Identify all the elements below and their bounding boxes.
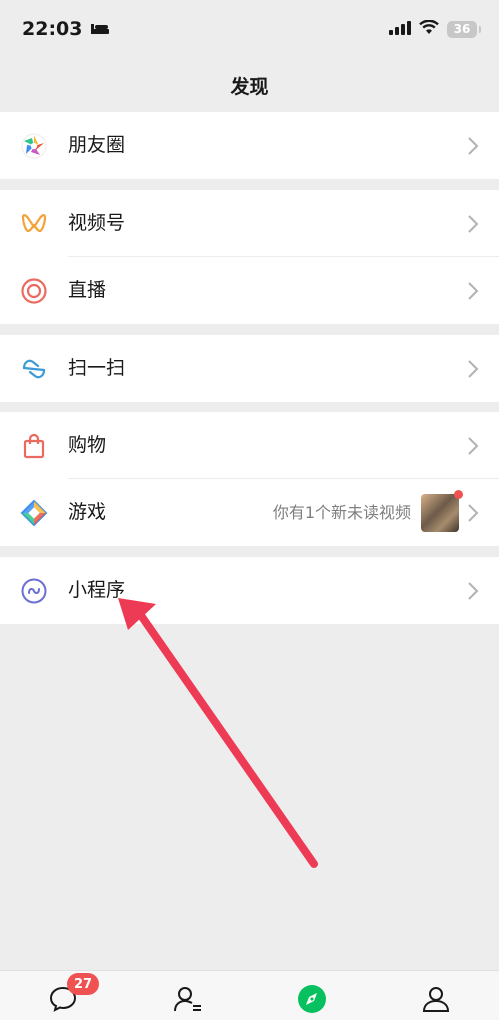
person-icon	[422, 987, 450, 1012]
status-left: 22:03	[22, 18, 110, 40]
menu-item-games[interactable]: 游戏 你有1个新未读视频	[0, 479, 499, 546]
tab-me[interactable]	[418, 981, 454, 1017]
sleep-focus-icon	[90, 18, 110, 40]
chevron-right-icon	[468, 360, 479, 378]
menu-item-label: 朋友圈	[68, 134, 126, 156]
group-channels-live: 视频号 直播	[0, 190, 499, 324]
group-scan: 扫一扫	[0, 335, 499, 402]
menu-item-channels[interactable]: 视频号	[0, 190, 499, 257]
moments-icon	[20, 132, 48, 160]
menu-item-label: 扫一扫	[68, 357, 126, 379]
group-mini-programs: 小程序	[0, 557, 499, 624]
compass-icon	[298, 985, 326, 1013]
chevron-right-icon	[468, 504, 479, 522]
unread-dot	[454, 490, 463, 499]
group-moments: 朋友圈	[0, 112, 499, 179]
mini-programs-icon	[20, 577, 48, 605]
page-title: 发现	[230, 75, 269, 98]
chevron-right-icon	[468, 582, 479, 600]
signal-icon	[389, 20, 411, 39]
scan-icon	[20, 355, 48, 383]
games-icon	[20, 499, 48, 527]
video-thumbnail	[421, 490, 463, 532]
chevron-right-icon	[468, 282, 479, 300]
group-shopping-games: 购物 游戏 你有1个新未读视频	[0, 412, 499, 546]
menu-item-live[interactable]: 直播	[0, 257, 499, 324]
tab-discover[interactable]	[294, 981, 330, 1017]
menu-item-mini-programs[interactable]: 小程序	[0, 557, 499, 624]
menu-item-label: 购物	[68, 434, 107, 456]
status-time: 22:03	[22, 18, 83, 40]
menu-item-label: 小程序	[68, 579, 126, 601]
menu-item-scan[interactable]: 扫一扫	[0, 335, 499, 402]
chevron-right-icon	[468, 437, 479, 455]
chevron-right-icon	[468, 137, 479, 155]
status-bar: 22:03 36	[0, 0, 499, 58]
battery-icon: 36	[447, 20, 481, 38]
tab-contacts[interactable]	[170, 981, 206, 1017]
live-icon	[20, 277, 48, 305]
shopping-icon	[20, 432, 48, 460]
wifi-icon	[419, 19, 439, 39]
chevron-right-icon	[468, 215, 479, 233]
menu-item-shopping[interactable]: 购物	[0, 412, 499, 479]
status-right: 36	[389, 19, 481, 39]
channels-icon	[20, 210, 48, 238]
menu-item-label: 游戏	[68, 501, 107, 523]
contacts-icon	[174, 987, 201, 1012]
games-unread-text: 你有1个新未读视频	[272, 503, 411, 522]
menu-item-moments[interactable]: 朋友圈	[0, 112, 499, 179]
chats-unread-badge: 27	[67, 973, 100, 995]
menu-item-label: 视频号	[68, 212, 126, 234]
menu-item-label: 直播	[68, 279, 107, 301]
